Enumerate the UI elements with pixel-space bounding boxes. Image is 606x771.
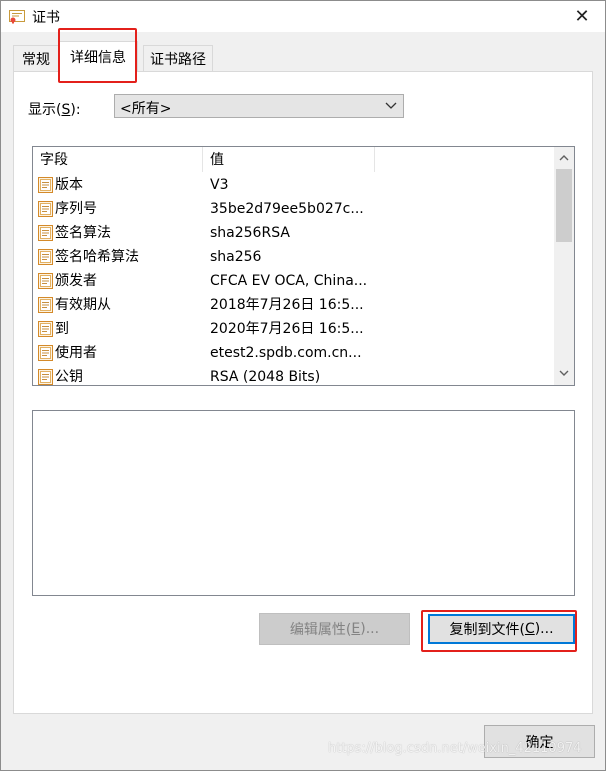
field-name: 颁发者 bbox=[55, 273, 97, 289]
certificate-field-icon bbox=[38, 249, 53, 265]
list-item[interactable]: 有效期从 2018年7月26日 16:5... bbox=[33, 293, 555, 317]
certificate-field-icon bbox=[38, 273, 53, 289]
list-item[interactable]: 使用者 etest2.spdb.com.cn... bbox=[33, 341, 555, 365]
watermark-text: https://blog.csdn.net/weixin_42110974 bbox=[328, 741, 582, 756]
tab-label: 证书路径 bbox=[150, 51, 206, 68]
certificate-field-icon bbox=[38, 321, 53, 337]
show-label: 显示(S): bbox=[28, 102, 81, 118]
list-header: 字段 值 bbox=[33, 147, 555, 172]
field-value: CFCA EV OCA, China... bbox=[210, 273, 368, 289]
certificate-dialog: 证书 ✕ 常规 详细信息 证书路径 显示(S): <所有> 字段 值 版本 V3… bbox=[0, 0, 606, 771]
tab-cert-path[interactable]: 证书路径 bbox=[143, 45, 213, 71]
close-icon: ✕ bbox=[574, 6, 590, 27]
list-item[interactable]: 到 2020年7月26日 16:5... bbox=[33, 317, 555, 341]
list-item[interactable]: 序列号 35be2d79ee5b027c... bbox=[33, 197, 555, 221]
certificate-icon bbox=[9, 10, 25, 24]
field-value: RSA (2048 Bits) bbox=[210, 369, 321, 385]
chevron-down-icon bbox=[385, 102, 397, 109]
field-name: 使用者 bbox=[55, 345, 97, 361]
close-button[interactable]: ✕ bbox=[559, 1, 605, 32]
scroll-up-icon[interactable] bbox=[557, 151, 571, 165]
field-name: 有效期从 bbox=[55, 297, 111, 313]
list-item[interactable]: 签名算法 sha256RSA bbox=[33, 221, 555, 245]
list-item[interactable]: 公钥 RSA (2048 Bits) bbox=[33, 365, 555, 385]
show-select[interactable]: <所有> bbox=[114, 94, 404, 118]
field-name: 签名哈希算法 bbox=[55, 249, 139, 265]
details-tab-page: 显示(S): <所有> 字段 值 版本 V3 序列号 35be2d79ee5b027c… bbox=[13, 71, 593, 714]
field-name: 到 bbox=[55, 321, 69, 337]
list-rows: 版本 V3 序列号 35be2d79ee5b027c... 签名算法 sha256RSA 签… bbox=[33, 173, 555, 385]
certificate-field-icon bbox=[38, 345, 53, 361]
field-value: 35be2d79ee5b027c... bbox=[210, 201, 364, 217]
list-item[interactable]: 版本 V3 bbox=[33, 173, 555, 197]
certificate-field-icon bbox=[38, 177, 53, 193]
field-name: 序列号 bbox=[55, 201, 97, 217]
tab-label: 常规 bbox=[22, 51, 50, 68]
edit-properties-button[interactable]: 编辑属性(E)... bbox=[259, 613, 410, 645]
certificate-field-icon bbox=[38, 297, 53, 313]
certificate-field-icon bbox=[38, 369, 53, 385]
field-list[interactable]: 字段 值 版本 V3 序列号 35be2d79ee5b027c... 签名算法 sha25… bbox=[32, 146, 575, 386]
tab-general[interactable]: 常规 bbox=[13, 45, 59, 71]
title-bar: 证书 ✕ bbox=[1, 1, 605, 32]
field-value: sha256 bbox=[210, 249, 262, 265]
tab-label: 详细信息 bbox=[70, 50, 126, 66]
show-select-value: <所有> bbox=[120, 101, 172, 117]
window-title: 证书 bbox=[32, 10, 60, 26]
list-item[interactable]: 签名哈希算法 sha256 bbox=[33, 245, 555, 269]
certificate-field-icon bbox=[38, 225, 53, 241]
copy-to-file-button[interactable]: 复制到文件(C)... bbox=[428, 614, 575, 644]
field-name: 签名算法 bbox=[55, 225, 111, 241]
list-item[interactable]: 颁发者 CFCA EV OCA, China... bbox=[33, 269, 555, 293]
tab-details[interactable]: 详细信息 bbox=[58, 41, 138, 72]
scroll-down-icon[interactable] bbox=[557, 366, 571, 380]
vertical-scrollbar[interactable] bbox=[554, 147, 574, 385]
field-name: 版本 bbox=[55, 177, 83, 193]
field-name: 公钥 bbox=[55, 369, 83, 385]
field-detail-box[interactable] bbox=[32, 410, 575, 596]
field-value: V3 bbox=[210, 177, 229, 193]
column-header-value[interactable]: 值 bbox=[203, 147, 375, 172]
field-value: 2018年7月26日 16:5... bbox=[210, 297, 364, 313]
field-value: etest2.spdb.com.cn... bbox=[210, 345, 362, 361]
field-value: sha256RSA bbox=[210, 225, 290, 241]
certificate-field-icon bbox=[38, 201, 53, 217]
scrollbar-thumb[interactable] bbox=[556, 169, 572, 242]
column-header-field[interactable]: 字段 bbox=[33, 147, 203, 172]
field-value: 2020年7月26日 16:5... bbox=[210, 321, 364, 337]
